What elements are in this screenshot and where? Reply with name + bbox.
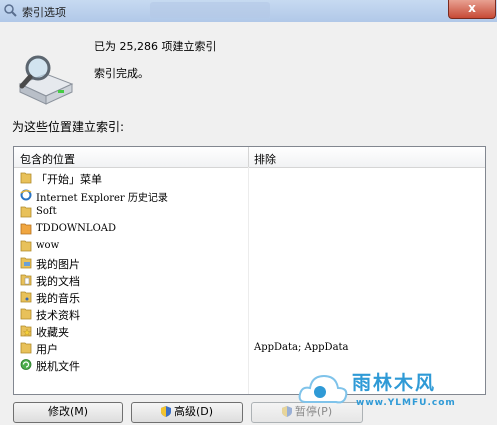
folder-music-icon [20,291,32,303]
modify-button[interactable]: 修改(M) [13,402,123,423]
folder-icon [20,206,32,218]
location-name: wow [36,240,60,251]
index-status-text: 索引完成。 [94,67,149,80]
location-exclude: AppData; AppData [254,342,349,353]
location-name: 我的文档 [36,275,80,288]
uac-shield-icon [160,406,171,417]
location-name: 技术资料 [36,309,80,322]
uac-shield-icon [281,406,292,417]
list-item[interactable]: TDDOWNLOAD [18,220,480,237]
indexed-count-text: 已为 25,286 项建立索引 [94,40,217,53]
advanced-button[interactable]: 高级(D) [131,402,243,423]
list-item[interactable]: 「开始」菜单 [18,169,480,186]
background-window-ghost [150,2,270,18]
list-item[interactable]: Soft [18,203,480,220]
indexing-drive-icon [18,55,74,105]
location-name: 用户 [36,343,58,356]
column-separator[interactable] [248,147,249,167]
locations-label: 为这些位置建立索引: [12,120,125,134]
watermark: 雨林木风 www.YLMFU.com [296,358,495,422]
folder-icon [20,240,32,252]
list-item[interactable]: 我的音乐 [18,288,480,305]
list-item[interactable]: Internet Explorer 历史记录 [18,186,480,204]
column-header-location[interactable]: 包含的位置 [20,151,75,167]
list-item[interactable]: 收藏夹 [18,322,480,339]
location-name: Soft [36,206,57,217]
title-bar: 索引选项 x [0,0,497,22]
favorites-folder-icon [20,325,32,337]
location-name: 我的图片 [36,258,80,271]
folder-download-icon [20,223,32,235]
folder-icon [20,172,32,184]
location-name: TDDOWNLOAD [36,223,117,234]
list-item[interactable]: 技术资料 [18,305,480,322]
list-header: 包含的位置 排除 [14,147,485,168]
window-title: 索引选项 [22,6,66,19]
watermark-url: www.YLMFU.com [356,398,456,408]
list-item[interactable]: 我的图片 [18,254,480,271]
column-header-exclude[interactable]: 排除 [254,151,276,167]
location-name: 我的音乐 [36,292,80,305]
list-item[interactable]: wow [18,237,480,254]
location-name: 脱机文件 [36,360,80,373]
list-item[interactable]: 用户 AppData; AppData [18,339,480,356]
close-button[interactable]: x [448,0,496,19]
location-name: 「开始」菜单 [36,173,102,186]
magnifier-icon [4,4,17,17]
watermark-text: 雨林木风 [352,372,437,394]
location-name: Internet Explorer 历史记录 [36,193,168,204]
advanced-button-label: 高级(D) [173,405,214,418]
folder-icon [20,342,32,354]
offline-files-icon [20,359,32,370]
indexing-options-window: 索引选项 x 已为 25,286 项建立索引 索引完成。 为这些位置建立索引: … [0,0,497,425]
folder-documents-icon [20,274,32,286]
ie-icon [20,189,32,201]
cloud-logo-icon [298,374,348,404]
location-name: 收藏夹 [36,326,69,339]
folder-icon [20,308,32,320]
folder-pictures-icon [20,257,32,269]
list-item[interactable]: 我的文档 [18,271,480,288]
